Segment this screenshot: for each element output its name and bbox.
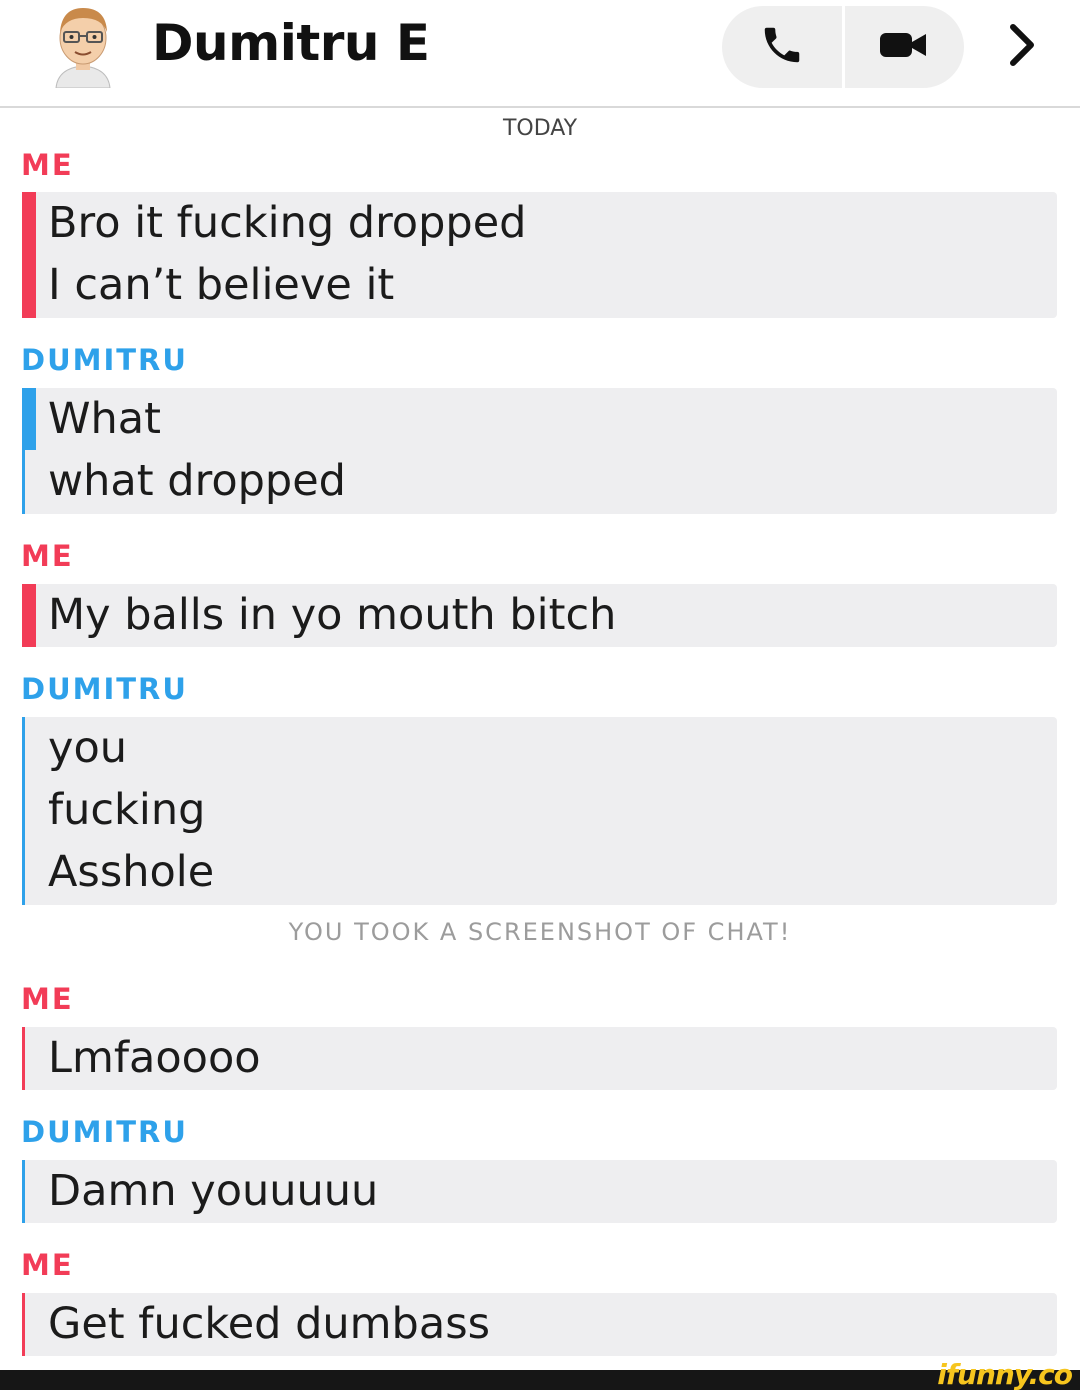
message-bubble[interactable]: Bro it fucking dropped I can’t believe i…	[22, 192, 1057, 318]
message-text: I can’t believe it	[48, 260, 395, 310]
message-text: Bro it fucking dropped	[48, 198, 527, 248]
message-text: you	[48, 723, 128, 773]
sender-label-dumitru: DUMITRU	[21, 672, 188, 706]
watermark: ifunny.co	[937, 1358, 1073, 1390]
sender-bar	[22, 1027, 25, 1090]
message-text: Damn youuuuu	[48, 1166, 379, 1216]
contact-name[interactable]: Dumitru E	[152, 14, 430, 72]
sender-bar	[22, 1293, 25, 1356]
video-call-button[interactable]	[844, 6, 964, 88]
sender-label-dumitru: DUMITRU	[21, 343, 188, 377]
sender-label-dumitru: DUMITRU	[21, 1115, 188, 1149]
message-text: what dropped	[48, 456, 346, 506]
message-text: Lmfaoooo	[48, 1033, 261, 1083]
call-controls	[722, 6, 964, 88]
sender-label-me: ME	[21, 982, 74, 1016]
sender-bar	[22, 584, 36, 647]
sender-bar	[22, 192, 36, 318]
video-camera-icon	[878, 25, 930, 69]
day-separator: TODAY	[502, 116, 578, 141]
chat-header: Dumitru E	[0, 0, 1080, 108]
avatar-icon[interactable]	[50, 2, 116, 89]
message-bubble[interactable]: Lmfaoooo	[22, 1027, 1057, 1090]
message-bubble[interactable]: Damn youuuuu	[22, 1160, 1057, 1223]
chevron-right-icon	[1007, 22, 1037, 72]
message-bubble[interactable]: you fucking Asshole	[22, 717, 1057, 905]
more-button[interactable]	[1000, 20, 1044, 74]
message-bubble[interactable]: What what dropped	[22, 388, 1057, 514]
message-text: Get fucked dumbass	[48, 1299, 491, 1349]
sender-label-me: ME	[21, 539, 74, 573]
sender-label-me: ME	[21, 148, 74, 182]
message-bubble[interactable]: Get fucked dumbass	[22, 1293, 1057, 1356]
message-text: fucking	[48, 785, 206, 835]
phone-icon	[759, 22, 805, 72]
sender-bar	[22, 717, 25, 905]
sender-label-me: ME	[21, 1248, 74, 1282]
sender-bar	[22, 1160, 25, 1223]
message-text: My balls in yo mouth bitch	[48, 590, 617, 640]
sender-bar	[22, 388, 36, 514]
footer-bar	[0, 1370, 1080, 1390]
message-bubble[interactable]: My balls in yo mouth bitch	[22, 584, 1057, 647]
call-button[interactable]	[722, 6, 842, 88]
message-text: Asshole	[48, 847, 215, 897]
screenshot-notice: YOU TOOK A SCREENSHOT OF CHAT!	[288, 918, 792, 946]
message-text: What	[48, 394, 161, 444]
